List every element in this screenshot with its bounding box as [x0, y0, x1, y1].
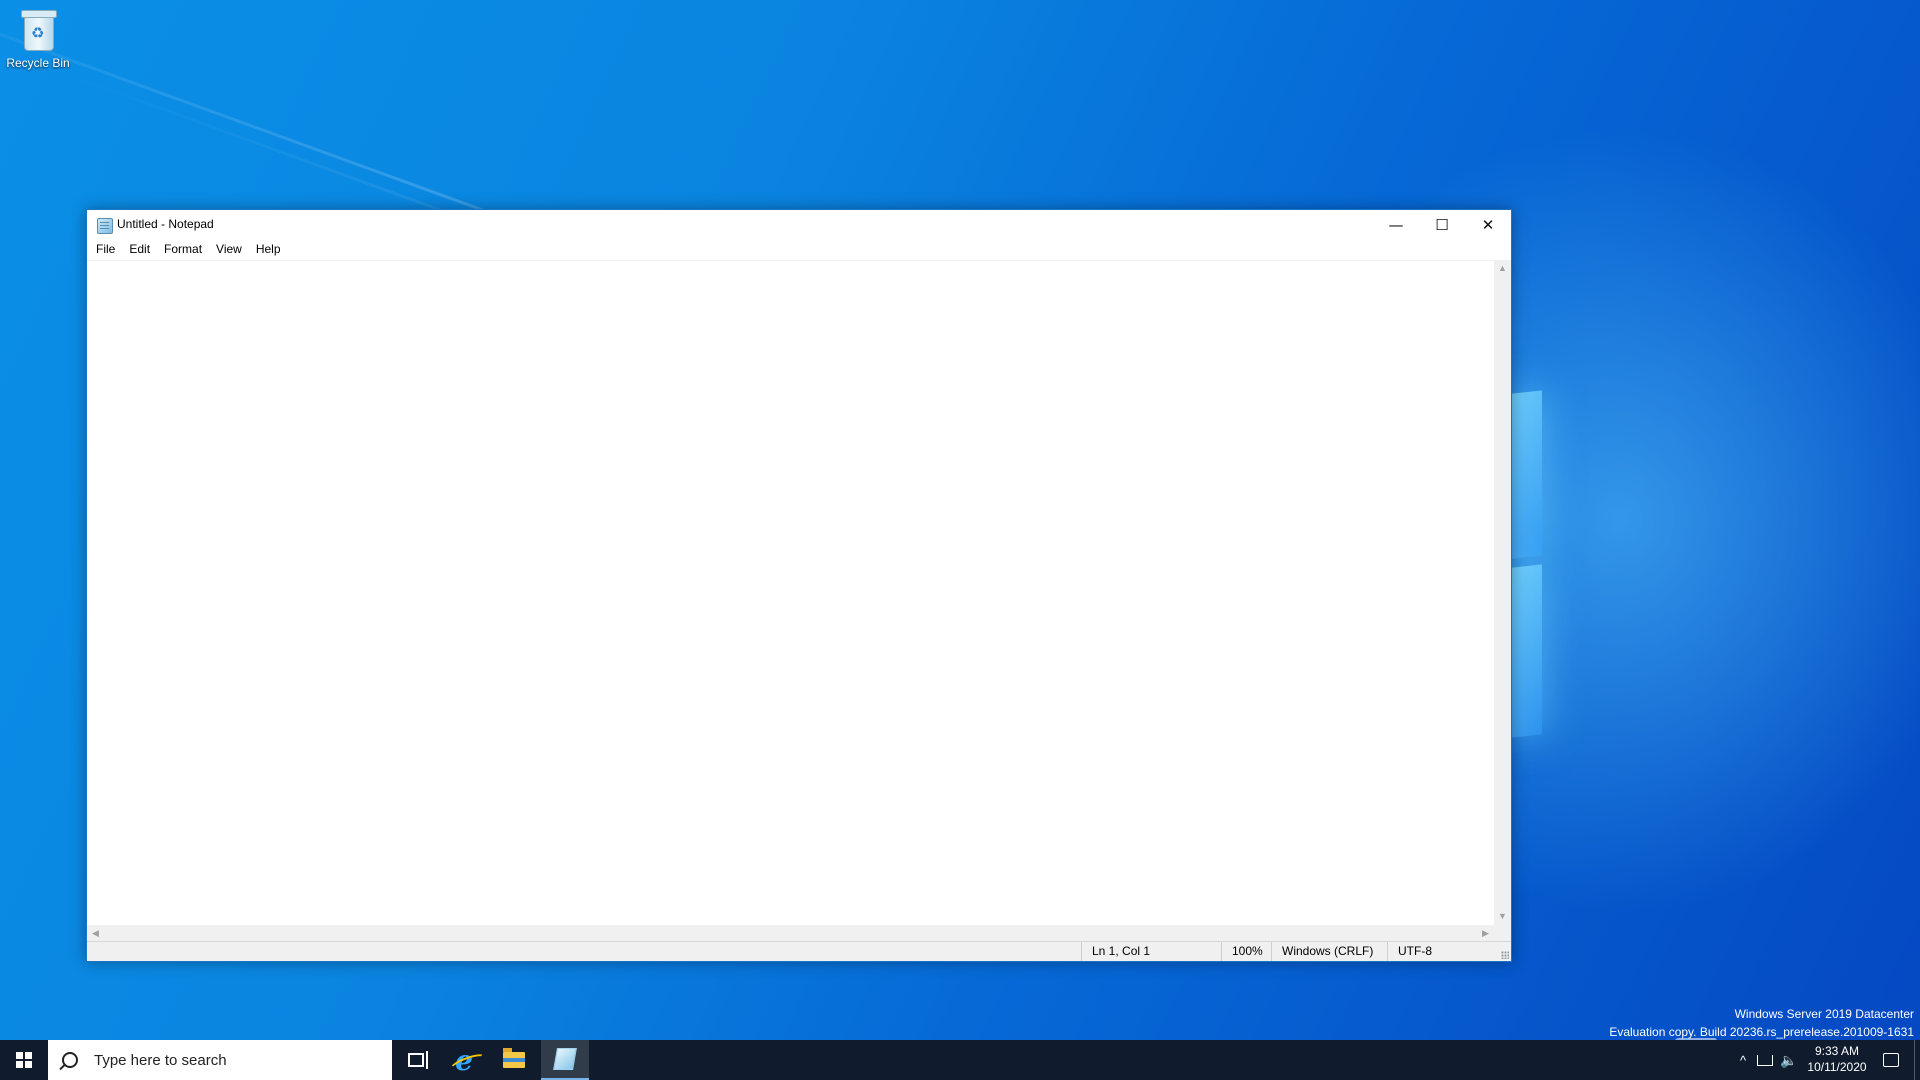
wallpaper-logo-pane — [1512, 390, 1542, 559]
scroll-down-arrow-icon[interactable]: ▼ — [1494, 908, 1511, 925]
os-watermark: Windows Server 2019 Datacenter Evaluatio… — [1609, 1005, 1914, 1041]
show-hidden-icons-chevron-icon[interactable]: ^ — [1734, 1040, 1752, 1080]
clock-time: 9:33 AM — [1814, 1044, 1860, 1058]
desktop-icon-label: Recycle Bin — [6, 56, 70, 70]
task-view-icon — [408, 1051, 428, 1069]
status-encoding: UTF-8 — [1387, 942, 1488, 961]
status-cursor-position: Ln 1, Col 1 — [1081, 942, 1222, 961]
windows-logo-icon — [16, 1052, 32, 1068]
search-icon — [62, 1052, 78, 1068]
status-zoom: 100% — [1221, 942, 1272, 961]
scroll-up-arrow-icon[interactable]: ▲ — [1494, 260, 1511, 277]
close-button[interactable]: ✕ — [1465, 210, 1511, 240]
volume-button[interactable]: 🔈 — [1778, 1040, 1800, 1080]
start-button[interactable] — [0, 1040, 48, 1080]
desktop: ♻ Recycle Bin Untitled - Notepad — ☐ ✕ F… — [0, 0, 1920, 1080]
horizontal-scrollbar[interactable]: ◀ ▶ — [87, 925, 1494, 942]
taskbar-search-box[interactable]: Type here to search — [48, 1040, 392, 1080]
wallpaper-logo-pane — [1512, 564, 1542, 738]
desktop-icon-recycle-bin[interactable]: ♻ Recycle Bin — [4, 6, 72, 70]
notification-icon — [1883, 1053, 1899, 1067]
menu-format[interactable]: Format — [157, 240, 209, 259]
text-editor-area[interactable] — [87, 260, 1494, 925]
minimize-button[interactable]: — — [1373, 210, 1419, 240]
internet-explorer-icon: e — [455, 1043, 473, 1077]
notepad-window[interactable]: Untitled - Notepad — ☐ ✕ File Edit Forma… — [86, 209, 1512, 962]
folder-icon — [503, 1048, 525, 1068]
vertical-scrollbar[interactable]: ▲ ▼ — [1494, 260, 1511, 925]
show-desktop-button[interactable] — [1914, 1040, 1920, 1080]
status-line-endings: Windows (CRLF) — [1271, 942, 1382, 961]
notepad-taskbar-button[interactable] — [541, 1040, 589, 1080]
status-bar: Ln 1, Col 1 100% Windows (CRLF) UTF-8 — [87, 941, 1511, 961]
title-bar[interactable]: Untitled - Notepad — ☐ ✕ — [87, 210, 1511, 240]
menu-view[interactable]: View — [209, 240, 249, 259]
menu-bar: File Edit Format View Help — [87, 240, 1511, 259]
clock-date: 10/11/2020 — [1807, 1060, 1867, 1074]
network-button[interactable] — [1754, 1040, 1776, 1080]
watermark-build: Evaluation copy. Build 20236.rs_prerelea… — [1609, 1025, 1914, 1039]
internet-explorer-button[interactable]: e — [440, 1040, 488, 1080]
notepad-app-icon[interactable] — [97, 218, 113, 234]
watermark-edition: Windows Server 2019 Datacenter — [1734, 1007, 1914, 1021]
scroll-right-arrow-icon[interactable]: ▶ — [1477, 925, 1494, 942]
search-placeholder: Type here to search — [94, 1051, 227, 1069]
recycle-bin-icon: ♻ — [19, 8, 57, 52]
window-title: Untitled - Notepad — [117, 217, 214, 231]
volume-icon: 🔈 — [1780, 1051, 1798, 1068]
menu-edit[interactable]: Edit — [122, 240, 157, 259]
task-view-button[interactable] — [392, 1040, 440, 1080]
file-explorer-button[interactable] — [490, 1040, 538, 1080]
scroll-left-arrow-icon[interactable]: ◀ — [87, 925, 104, 942]
scrollbar-corner — [1494, 925, 1511, 942]
resize-grip-icon[interactable] — [1501, 951, 1509, 959]
menu-file[interactable]: File — [89, 240, 122, 259]
action-center-button[interactable] — [1876, 1040, 1906, 1080]
taskbar: Type here to search e ^ 🔈 9:33 AM 10/11/… — [0, 1040, 1920, 1080]
menu-help[interactable]: Help — [249, 240, 288, 259]
maximize-button[interactable]: ☐ — [1419, 210, 1465, 240]
taskbar-clock[interactable]: 9:33 AM 10/11/2020 — [1802, 1043, 1872, 1075]
notepad-icon — [553, 1048, 577, 1070]
network-icon — [1757, 1054, 1773, 1066]
